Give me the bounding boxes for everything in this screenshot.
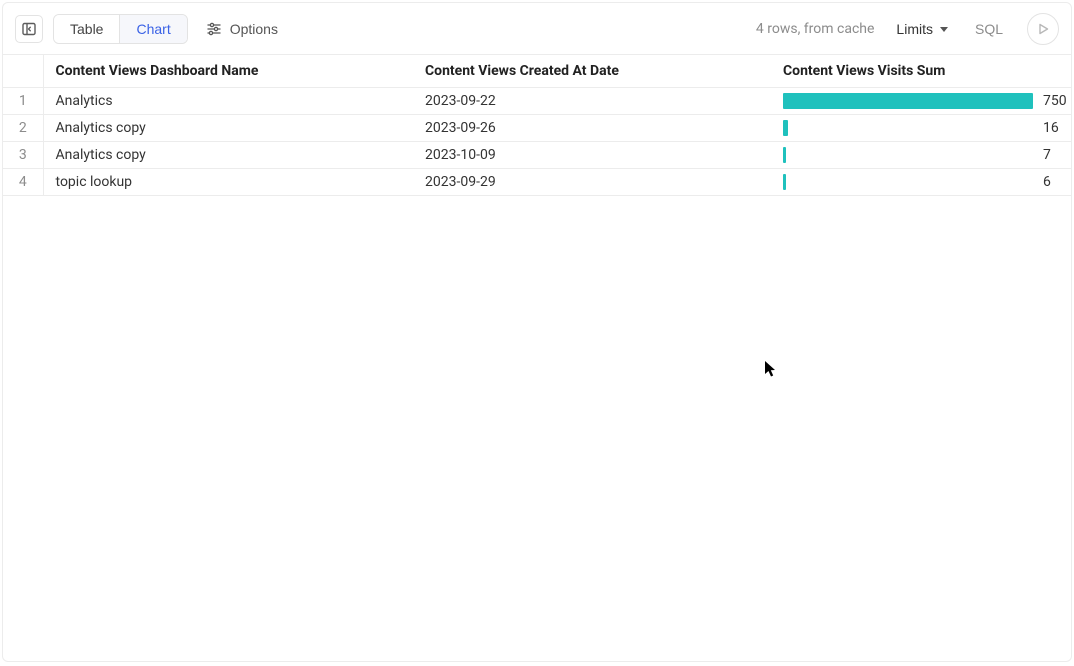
results-table: Content Views Dashboard Name Content Vie… [3, 55, 1071, 196]
sql-button[interactable]: SQL [969, 15, 1009, 43]
cell-dashboard-name: Analytics copy [43, 142, 413, 169]
tab-table[interactable]: Table [54, 15, 119, 43]
cell-dashboard-name: Analytics [43, 88, 413, 115]
column-header-visits-sum[interactable]: Content Views Visits Sum [771, 55, 1071, 88]
row-index: 1 [3, 88, 43, 115]
cell-created-at: 2023-09-22 [413, 88, 771, 115]
sliders-icon [206, 21, 222, 37]
table-row[interactable]: 2Analytics copy2023-09-26 16 [3, 115, 1071, 142]
cell-created-at: 2023-09-29 [413, 169, 771, 196]
run-button[interactable] [1027, 13, 1059, 45]
column-header-index[interactable] [3, 55, 43, 88]
bar-fill [783, 147, 786, 163]
bar-fill [783, 93, 1033, 109]
bar-track [783, 120, 1033, 136]
table-row[interactable]: 3Analytics copy2023-10-09 7 [3, 142, 1071, 169]
column-header-dashboard-name[interactable]: Content Views Dashboard Name [43, 55, 413, 88]
cell-dashboard-name: Analytics copy [43, 115, 413, 142]
table-row[interactable]: 1Analytics2023-09-22 750 [3, 88, 1071, 115]
tab-chart[interactable]: Chart [119, 15, 186, 43]
options-button[interactable]: Options [198, 15, 286, 43]
limits-dropdown-button[interactable]: Limits [892, 15, 953, 43]
bar-track [783, 147, 1033, 163]
cell-visits-sum: 6 [771, 169, 1071, 196]
row-index: 3 [3, 142, 43, 169]
bar-value: 16 [1043, 120, 1059, 136]
status-rows-text: 4 rows, from cache [756, 21, 875, 37]
options-label: Options [230, 21, 278, 37]
cell-created-at: 2023-09-26 [413, 115, 771, 142]
bar-value: 7 [1043, 147, 1051, 163]
bar-fill [783, 120, 788, 136]
cell-created-at: 2023-10-09 [413, 142, 771, 169]
bar-fill [783, 174, 786, 190]
bar-value: 750 [1043, 93, 1067, 109]
sidebar-toggle-button[interactable] [15, 15, 43, 43]
row-index: 4 [3, 169, 43, 196]
table-row[interactable]: 4topic lookup2023-09-29 6 [3, 169, 1071, 196]
column-header-created-at[interactable]: Content Views Created At Date [413, 55, 771, 88]
panel-left-icon [21, 21, 37, 37]
play-icon [1036, 22, 1050, 36]
cell-dashboard-name: topic lookup [43, 169, 413, 196]
row-index: 2 [3, 115, 43, 142]
cell-visits-sum: 7 [771, 142, 1071, 169]
bar-track [783, 93, 1033, 109]
caret-down-icon [939, 24, 949, 34]
cell-visits-sum: 750 [771, 88, 1071, 115]
cell-visits-sum: 16 [771, 115, 1071, 142]
limits-label: Limits [896, 21, 933, 37]
bar-value: 6 [1043, 174, 1051, 190]
view-tab-group: Table Chart [53, 14, 188, 44]
bar-track [783, 174, 1033, 190]
